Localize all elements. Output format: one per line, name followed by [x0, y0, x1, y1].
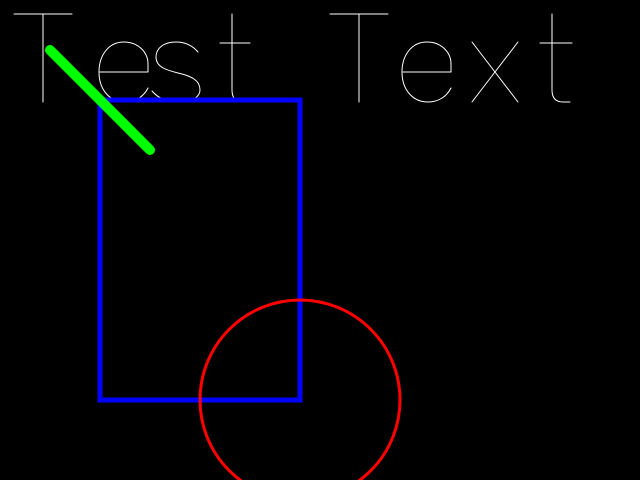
drawing-canvas — [0, 0, 640, 480]
canvas-background — [0, 0, 640, 480]
